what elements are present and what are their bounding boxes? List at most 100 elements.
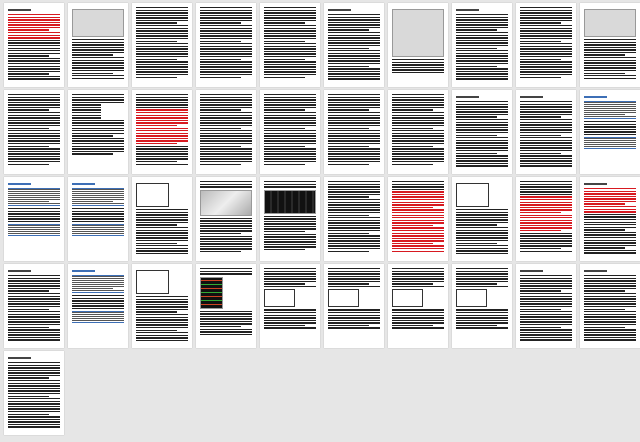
- text-line: [264, 104, 316, 106]
- text-line: [72, 227, 124, 229]
- text-line: [328, 248, 380, 250]
- text-line: [520, 55, 572, 58]
- text-line: [264, 109, 305, 111]
- page-thumbnail[interactable]: [260, 3, 320, 87]
- page-thumbnail[interactable]: [196, 264, 256, 348]
- text-line: [520, 248, 561, 250]
- text-line: [136, 124, 177, 127]
- page-thumbnail[interactable]: [388, 3, 448, 87]
- text-line: [520, 334, 572, 336]
- page-thumbnail[interactable]: [196, 177, 256, 261]
- text-line: [520, 103, 572, 105]
- page-thumbnail[interactable]: [324, 177, 384, 261]
- text-line: [584, 102, 636, 103]
- text-line: [8, 26, 60, 29]
- text-line: [392, 224, 433, 227]
- text-line: [8, 213, 60, 215]
- text-line: [584, 67, 636, 69]
- page-thumbnail[interactable]: [260, 90, 320, 174]
- page-thumbnail[interactable]: [452, 90, 512, 174]
- page-thumbnail[interactable]: [196, 90, 256, 174]
- text-line: [520, 329, 572, 331]
- text-line: [392, 153, 444, 155]
- table-thumbnail: [584, 101, 636, 119]
- page-thumbnail[interactable]: [516, 264, 576, 348]
- page-thumbnail[interactable]: [324, 3, 384, 87]
- text-line: [72, 109, 101, 111]
- page-thumbnail[interactable]: [452, 177, 512, 261]
- text-line: [392, 214, 444, 216]
- text-line: [584, 138, 636, 140]
- text-line: [72, 231, 124, 233]
- page-thumbnail[interactable]: [4, 351, 64, 435]
- text-line: [520, 298, 572, 300]
- page-thumbnail[interactable]: [452, 3, 512, 87]
- text-line: [456, 221, 508, 224]
- page-thumbnail[interactable]: [388, 90, 448, 174]
- text-line: [200, 243, 252, 245]
- text-line: [584, 234, 636, 236]
- text-line: [136, 234, 188, 237]
- page-thumbnail[interactable]: [580, 90, 640, 174]
- text-line: [328, 140, 380, 142]
- text-line: [200, 37, 252, 40]
- text-line: [520, 9, 572, 11]
- text-line: [328, 312, 380, 314]
- text-line: [456, 73, 508, 75]
- page-thumbnail[interactable]: [132, 90, 192, 174]
- page-thumbnail[interactable]: [260, 264, 320, 348]
- page-thumbnail[interactable]: [260, 177, 320, 261]
- text-line: [584, 146, 636, 148]
- text-line: [328, 122, 380, 124]
- text-line: [520, 209, 572, 211]
- text-line: [520, 303, 572, 305]
- text-line: [72, 142, 124, 145]
- page-thumbnail[interactable]: [132, 177, 192, 261]
- page-thumbnail[interactable]: [580, 177, 640, 261]
- text-line: [584, 295, 636, 298]
- text-line: [584, 300, 636, 303]
- text-line: [456, 32, 508, 34]
- page-thumbnail[interactable]: [4, 264, 64, 348]
- page-thumbnail[interactable]: [132, 264, 192, 348]
- page-thumbnail[interactable]: [196, 3, 256, 87]
- page-thumbnail[interactable]: [68, 90, 128, 174]
- text-line: [392, 312, 444, 314]
- page-thumbnail[interactable]: [452, 264, 512, 348]
- page-thumbnail[interactable]: [132, 3, 192, 87]
- page-thumbnail[interactable]: [580, 3, 640, 87]
- page-thumbnail[interactable]: [4, 3, 64, 87]
- page-thumbnail[interactable]: [516, 3, 576, 87]
- page-thumbnail[interactable]: [68, 177, 128, 261]
- page-thumbnail[interactable]: [324, 90, 384, 174]
- page-thumbnail[interactable]: [516, 177, 576, 261]
- text-line: [584, 239, 636, 241]
- page-thumbnail[interactable]: [580, 264, 640, 348]
- text-line: [8, 413, 49, 415]
- page-thumbnail[interactable]: [516, 90, 576, 174]
- text-line: [8, 293, 60, 295]
- page-thumbnail[interactable]: [4, 177, 64, 261]
- page-thumbnail[interactable]: [324, 264, 384, 348]
- text-line: [584, 282, 636, 285]
- text-line: [200, 32, 252, 35]
- text-line: [328, 245, 380, 247]
- page-thumbnail[interactable]: [68, 264, 128, 348]
- text-line: [392, 245, 444, 247]
- text-line: [328, 314, 380, 316]
- page-thumbnail[interactable]: [68, 3, 128, 87]
- figure-thumbnail: [264, 289, 295, 308]
- page-thumbnail[interactable]: [388, 264, 448, 348]
- text-line: [72, 218, 124, 220]
- page-thumbnail[interactable]: [388, 177, 448, 261]
- text-line: [136, 219, 188, 221]
- text-line: [136, 132, 188, 135]
- page-content: [72, 7, 124, 81]
- text-line: [8, 418, 60, 421]
- page-thumbnail[interactable]: [4, 90, 64, 174]
- text-line: [520, 121, 572, 124]
- text-line: [392, 235, 444, 237]
- text-line: [584, 285, 636, 287]
- text-line: [8, 382, 60, 385]
- text-line: [328, 158, 380, 160]
